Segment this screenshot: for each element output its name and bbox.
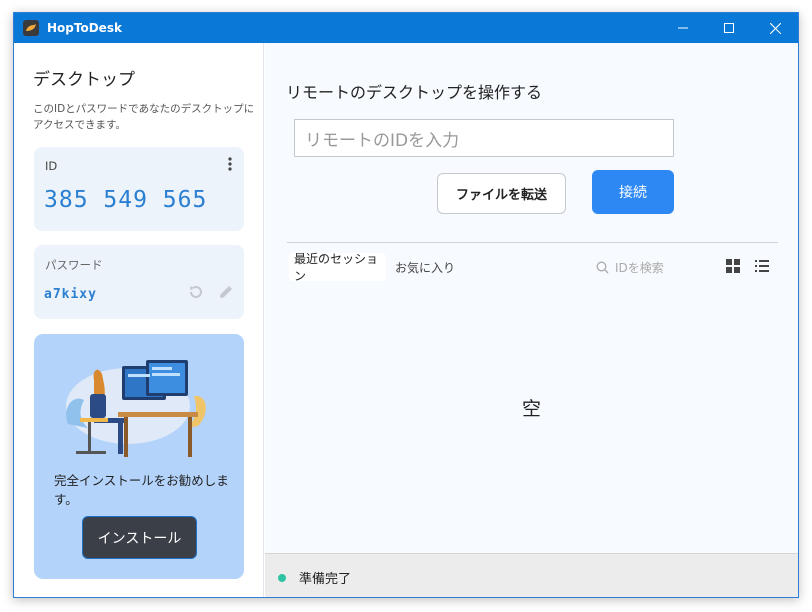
edit-pencil-icon[interactable] [217,283,235,301]
remote-id-input[interactable]: リモートのIDを入力 [294,119,674,157]
password-label: パスワード [45,258,103,272]
id-label: ID [45,159,58,173]
install-recommendation: 完全インストールをお勧めします。 [54,473,229,507]
id-card: ID 385 549 565 [34,147,244,231]
maximize-icon [724,23,734,33]
refresh-icon[interactable] [187,283,205,301]
tab-favorites[interactable]: お気に入り [393,253,455,281]
maximize-button[interactable] [706,13,752,43]
minimize-icon [678,27,688,29]
more-vertical-icon[interactable] [228,157,232,171]
window-title: HopToDesk [47,21,122,35]
grid-view-icon[interactable] [726,259,740,273]
window-controls [660,13,798,43]
desktop-heading: デスクトップ [33,70,135,90]
password-value: a7kixy [44,287,97,302]
desktop-description: このIDとパスワードであなたのデスクトップにアクセスできます。 [33,103,255,131]
local-desktop-panel: デスクトップ このIDとパスワードであなたのデスクトップにアクセスできます。 I… [14,43,264,597]
tab-recent-sessions[interactable]: 最近のセッション [289,252,386,283]
status-indicator [278,574,286,582]
title-bar[interactable]: HopToDesk [14,13,798,43]
install-card: 完全インストールをお勧めします。 インストール [34,334,244,579]
kangaroo-at-desk-illustration [66,360,206,457]
status-text: 準備完了 [299,572,352,587]
connect-button[interactable]: 接続 [592,170,674,214]
hoptodesk-logo-icon [23,20,39,36]
remote-control-panel: リモートのデスクトップを操作する リモートのIDを入力 ファイルを転送 接続 最… [265,43,798,597]
minimize-button[interactable] [660,13,706,43]
empty-sessions-text: 空 [522,398,542,420]
remote-heading: リモートのデスクトップを操作する [286,83,543,102]
search-placeholder: IDを検索 [615,260,664,275]
password-card: パスワード a7kixy [34,245,244,319]
status-bar: 準備完了 [265,553,798,597]
list-view-icon[interactable] [755,259,769,273]
close-button[interactable] [752,13,798,43]
file-transfer-button[interactable]: ファイルを転送 [437,173,566,214]
app-window: HopToDesk デスクトップ このIDとパスワードであなたのデスクトップにア… [13,12,799,598]
install-button[interactable]: インストール [82,516,197,559]
id-value: 385 549 565 [44,187,208,213]
close-icon [769,22,781,34]
section-divider [287,242,778,243]
search-icon [596,261,609,273]
id-search-input[interactable]: IDを検索 [592,253,712,281]
